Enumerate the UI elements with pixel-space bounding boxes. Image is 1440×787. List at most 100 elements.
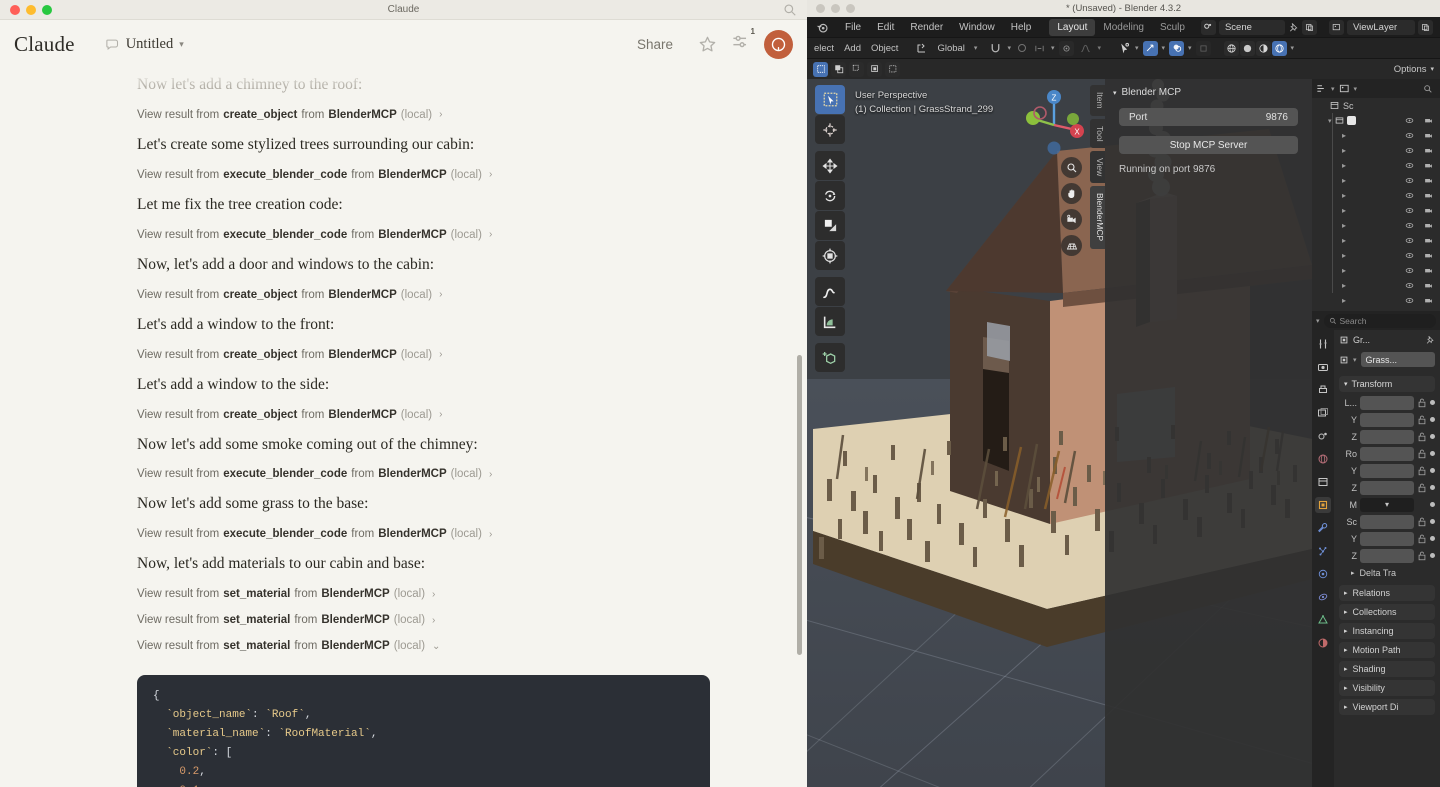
sidebar-tab-item[interactable]: Item (1090, 85, 1105, 116)
transform-value-input[interactable] (1360, 447, 1414, 461)
pin-icon[interactable] (1288, 22, 1299, 33)
chevron-right-icon[interactable]: ▸ (1342, 266, 1346, 275)
animate-property-dot[interactable] (1430, 451, 1435, 456)
zoom-nav-button[interactable] (1061, 157, 1082, 178)
tool-result-row[interactable]: View result fromexecute_blender_codefrom… (137, 461, 707, 487)
mcp-port-field[interactable]: Port 9876 (1119, 108, 1298, 126)
viewlayer-properties-tab[interactable] (1315, 405, 1331, 421)
object-data-properties-tab[interactable] (1315, 612, 1331, 628)
tool-result-row[interactable]: View result fromset_materialfromBlenderM… (137, 581, 707, 607)
visibility-eye-icon[interactable] (1405, 206, 1414, 215)
chat-title-dropdown[interactable]: Untitled ▾ (97, 32, 192, 57)
transform-value-input[interactable] (1360, 549, 1414, 563)
render-camera-icon[interactable] (1424, 116, 1433, 125)
expand-chevron-icon[interactable]: › (489, 169, 492, 180)
property-section-header[interactable]: ▸Viewport Di (1339, 699, 1435, 715)
menu-render[interactable]: Render (902, 19, 951, 36)
overlays-toggle-button[interactable] (1169, 41, 1184, 56)
chevron-down-icon[interactable]: ▾ (1328, 117, 1332, 125)
lock-icon[interactable] (1417, 449, 1427, 459)
render-camera-icon[interactable] (1424, 191, 1433, 200)
expand-chevron-icon[interactable]: › (439, 289, 442, 300)
tool-result-row[interactable]: View result fromset_materialfromBlenderM… (137, 607, 707, 633)
scene-properties-tab[interactable] (1315, 428, 1331, 444)
scene-browse-icon[interactable] (1201, 20, 1216, 35)
transform-panel-header[interactable]: ▾ Transform (1339, 376, 1435, 392)
select-mode-extend-button[interactable] (831, 62, 846, 77)
pin-icon[interactable] (1425, 335, 1435, 345)
expand-chevron-icon[interactable]: › (489, 229, 492, 240)
visibility-eye-icon[interactable] (1405, 251, 1414, 260)
navigation-gizmo[interactable]: Z X (1018, 85, 1090, 157)
star-icon[interactable] (698, 35, 717, 54)
tool-result-row[interactable]: View result fromexecute_blender_codefrom… (137, 521, 707, 547)
world-properties-tab[interactable] (1315, 451, 1331, 467)
sidebar-tab-view[interactable]: View (1090, 151, 1105, 183)
outliner-object-row[interactable]: ▸ (1312, 218, 1440, 233)
outliner-scene-row[interactable]: Sc (1312, 98, 1440, 113)
shading-material-button[interactable] (1256, 41, 1271, 56)
toolheader-menu-2[interactable]: Object (866, 41, 903, 56)
transform-value-input[interactable] (1360, 413, 1414, 427)
lock-icon[interactable] (1417, 432, 1427, 442)
select-mode-new-button[interactable] (813, 62, 828, 77)
transform-value-input[interactable] (1360, 396, 1414, 410)
render-properties-tab[interactable] (1315, 359, 1331, 375)
menu-edit[interactable]: Edit (869, 19, 902, 36)
chevron-right-icon[interactable]: ▸ (1342, 296, 1346, 305)
render-camera-icon[interactable] (1424, 206, 1433, 215)
animate-property-dot[interactable] (1430, 553, 1435, 558)
render-camera-icon[interactable] (1424, 131, 1433, 140)
new-viewlayer-button[interactable] (1418, 20, 1433, 35)
outliner-editor[interactable]: ▾ ▾ Sc ▾▸▸▸▸▸▸▸▸▸▸▸▸▸▸ (1312, 79, 1440, 311)
chevron-right-icon[interactable]: ▸ (1342, 236, 1346, 245)
outliner-object-row[interactable]: ▸ (1312, 248, 1440, 263)
transform-orientation[interactable]: Global (932, 41, 969, 56)
render-camera-icon[interactable] (1424, 146, 1433, 155)
chevron-right-icon[interactable]: ▸ (1342, 221, 1346, 230)
lock-icon[interactable] (1417, 517, 1427, 527)
visibility-eye-icon[interactable] (1405, 176, 1414, 185)
3d-viewport[interactable]: User Perspective (1) Collection | GrassS… (807, 79, 1312, 787)
stop-mcp-server-button[interactable]: Stop MCP Server (1119, 136, 1298, 154)
material-properties-tab[interactable] (1315, 635, 1331, 651)
viewlayer-selector[interactable]: ViewLayer (1347, 20, 1415, 35)
property-section-header[interactable]: ▸Visibility (1339, 680, 1435, 696)
workspace-tab-sculp[interactable]: Sculp (1152, 19, 1193, 36)
chevron-right-icon[interactable]: ▸ (1342, 161, 1346, 170)
conversation-scrollbar[interactable] (797, 355, 802, 655)
chevron-right-icon[interactable]: ▸ (1342, 176, 1346, 185)
transform-value-input[interactable] (1360, 515, 1414, 529)
chevron-right-icon[interactable]: ▸ (1342, 131, 1346, 140)
transform-value-input[interactable] (1360, 481, 1414, 495)
select-mode-subtract-button[interactable] (849, 62, 864, 77)
transform-value-input[interactable] (1360, 532, 1414, 546)
shading-solid-button[interactable] (1240, 41, 1255, 56)
constraints-properties-tab[interactable] (1315, 589, 1331, 605)
sidebar-tab-tool[interactable]: Tool (1090, 119, 1105, 149)
editor-type-icon[interactable] (1316, 83, 1327, 94)
search-icon[interactable] (1423, 84, 1433, 94)
workspace-tab-modeling[interactable]: Modeling (1095, 19, 1152, 36)
sliders-icon[interactable] (731, 32, 750, 51)
new-scene-button[interactable] (1302, 20, 1317, 35)
chevron-right-icon[interactable]: ▸ (1342, 251, 1346, 260)
sidebar-tab-blendermcp[interactable]: BlenderMCP (1090, 186, 1105, 248)
tool-result-row[interactable]: View result fromcreate_objectfromBlender… (137, 282, 707, 308)
modifier-properties-tab[interactable] (1315, 520, 1331, 536)
animate-property-dot[interactable] (1430, 502, 1435, 507)
tool-result-row[interactable]: View result fromcreate_objectfromBlender… (137, 102, 707, 128)
expand-chevron-icon[interactable]: › (432, 589, 435, 600)
outliner-object-row[interactable]: ▸ (1312, 263, 1440, 278)
visibility-eye-icon[interactable] (1405, 296, 1414, 305)
property-section-header[interactable]: ▸Shading (1339, 661, 1435, 677)
menu-file[interactable]: File (837, 19, 869, 36)
animate-property-dot[interactable] (1430, 417, 1435, 422)
delta-transform-header[interactable]: ▸ Delta Tra (1339, 565, 1435, 580)
property-section-header[interactable]: ▸Motion Path (1339, 642, 1435, 658)
scene-selector[interactable]: Scene (1219, 20, 1285, 35)
user-avatar[interactable] (764, 30, 793, 59)
outliner-object-row[interactable]: ▸ (1312, 278, 1440, 293)
lock-icon[interactable] (1417, 534, 1427, 544)
snap-magnet-icon[interactable] (989, 42, 1002, 55)
